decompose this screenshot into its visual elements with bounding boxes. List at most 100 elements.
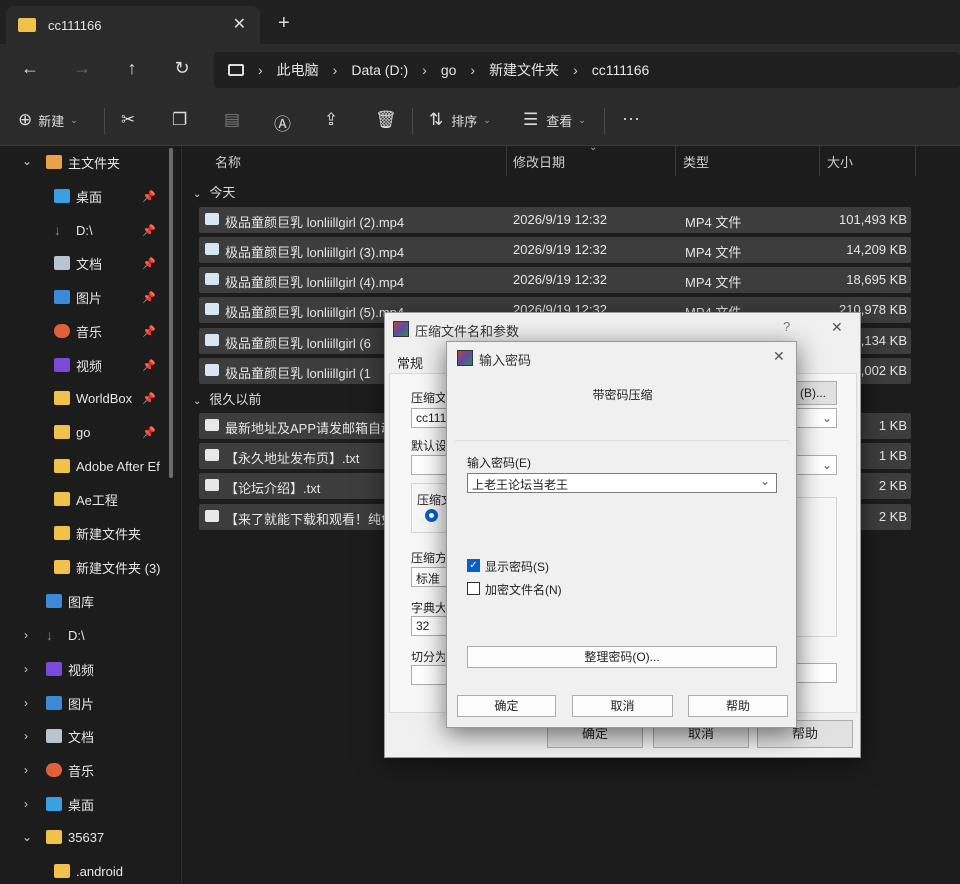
table-row[interactable]: 极品童颜巨乳 lonliillgirl (3).mp4 2026/9/19 12:…	[199, 237, 911, 263]
sidebar-item-worldbox[interactable]: WorldBox 📌	[54, 385, 170, 411]
chevron-right-icon[interactable]: ›	[24, 763, 28, 777]
address-bar[interactable]: › 此电脑 › Data (D:) › go › 新建文件夹 › cc11116…	[214, 52, 960, 88]
chevron-right-icon[interactable]: ›	[24, 797, 28, 811]
group-header-long-ago[interactable]: ⌄ 很久以前	[193, 389, 261, 408]
close-icon[interactable]: ✕	[773, 348, 785, 365]
sidebar-item-videos[interactable]: 视频 📌	[54, 352, 170, 378]
group-header-today[interactable]: ⌄ 今天	[193, 182, 235, 201]
chevron-down-icon[interactable]: ⌄	[22, 154, 32, 168]
pin-icon[interactable]: 📌	[142, 325, 156, 338]
close-icon[interactable]: ✕	[831, 319, 843, 336]
show-password-checkbox[interactable]: ✓	[467, 559, 480, 572]
chevron-right-icon[interactable]: ›	[24, 729, 28, 743]
column-divider[interactable]	[675, 146, 676, 176]
sidebar-item-desktop-2[interactable]: 桌面	[46, 791, 94, 817]
refresh-icon[interactable]: ↻	[170, 58, 194, 79]
breadcrumb-data-d[interactable]: Data (D:)	[351, 62, 408, 78]
sidebar-item-adobe-after-effects[interactable]: Adobe After Ef	[54, 453, 166, 479]
sidebar-item-music[interactable]: 音乐 📌	[54, 318, 170, 344]
sidebar-item-go[interactable]: go 📌	[54, 419, 170, 445]
breadcrumb-new-folder[interactable]: 新建文件夹	[489, 60, 559, 80]
column-header-size[interactable]: 大小	[827, 152, 853, 171]
column-header-date[interactable]: 修改日期	[513, 152, 565, 171]
format-radio-rar[interactable]	[425, 509, 438, 522]
help-button[interactable]: 帮助	[688, 695, 788, 717]
compression-method-select[interactable]: 标准	[411, 567, 451, 587]
sidebar-item-videos-2[interactable]: 视频	[46, 656, 94, 682]
archive-name-input[interactable]: cc1111	[411, 408, 451, 428]
sidebar-item-documents-2[interactable]: 文档	[46, 723, 94, 749]
sidebar-item-desktop[interactable]: 桌面 📌	[54, 183, 170, 209]
profile-button[interactable]	[411, 455, 451, 475]
sidebar-item-music-2[interactable]: 音乐	[46, 757, 94, 783]
share-button[interactable]: ⇪	[324, 110, 338, 130]
sidebar-item-pictures[interactable]: 图片 📌	[54, 284, 170, 310]
group-label: 今天	[209, 185, 236, 200]
organize-passwords-button[interactable]: 整理密码(O)...	[467, 646, 777, 668]
cut-button[interactable]: ✂	[121, 110, 135, 130]
sidebar-item-new-folder-3[interactable]: 新建文件夹 (3)	[54, 554, 161, 580]
pin-icon[interactable]: 📌	[142, 257, 156, 270]
pin-icon[interactable]: 📌	[142, 291, 156, 304]
sidebar-item-35637[interactable]: 35637	[46, 824, 104, 850]
new-tab-button[interactable]: +	[278, 12, 290, 35]
sidebar-item-d-drive[interactable]: ↓ D:\ 📌	[54, 217, 170, 243]
chevron-down-icon[interactable]: ⌄	[760, 474, 770, 488]
rename-button[interactable]: Ⓐ	[274, 110, 291, 135]
delete-button[interactable]: 🗑	[375, 110, 397, 130]
sidebar-item-home[interactable]: 主文件夹	[46, 149, 120, 175]
dictionary-size-select[interactable]: 32	[411, 616, 451, 636]
sidebar-item-android[interactable]: .android	[54, 858, 123, 884]
pin-icon[interactable]: 📌	[142, 359, 156, 372]
sort-button[interactable]: ⇅ 排序 ⌄	[429, 110, 491, 130]
sort-icon: ⇅	[429, 110, 444, 129]
view-button[interactable]: ☰ 查看 ⌄	[523, 110, 586, 130]
copy-button[interactable]: ❐	[172, 110, 187, 130]
table-row[interactable]: 极品童颜巨乳 lonliillgirl (2).mp4 2026/9/19 12:…	[199, 207, 911, 233]
up-arrow-icon[interactable]: ↑	[120, 58, 144, 79]
breadcrumb-this-pc[interactable]: 此电脑	[277, 60, 319, 80]
help-icon[interactable]: ?	[783, 319, 790, 334]
new-button[interactable]: ⊕ 新建 ⌄	[18, 110, 78, 130]
chevron-right-icon[interactable]: ›	[24, 662, 28, 676]
sidebar-item-gallery[interactable]: 图库	[46, 588, 94, 614]
close-tab-icon[interactable]: ✕	[233, 14, 246, 34]
pin-icon[interactable]: 📌	[142, 426, 156, 439]
winrar-icon	[457, 350, 473, 366]
column-header-name[interactable]: 名称	[215, 152, 241, 171]
archive-format-label: 压缩文	[417, 493, 447, 507]
sidebar-item-label: 主文件夹	[68, 155, 121, 171]
column-divider[interactable]	[915, 146, 916, 176]
column-divider[interactable]	[506, 146, 507, 176]
tab-cc111166[interactable]: cc111166 ✕	[6, 6, 260, 44]
file-name: 【来了就能下载和观看！纯免	[225, 512, 395, 527]
pin-icon[interactable]: 📌	[142, 190, 156, 203]
forward-arrow-icon[interactable]: →	[70, 58, 94, 79]
split-volumes-input[interactable]	[411, 665, 451, 685]
sidebar-item-pictures-2[interactable]: 图片	[46, 690, 94, 716]
sidebar-item-ae-project[interactable]: Ae工程	[54, 486, 118, 512]
breadcrumb-go[interactable]: go	[441, 62, 457, 78]
sidebar-item-new-folder[interactable]: 新建文件夹	[54, 520, 141, 546]
breadcrumb-cc111166[interactable]: cc111166	[592, 62, 650, 78]
pin-icon[interactable]: 📌	[142, 224, 156, 237]
password-input[interactable]: 上老王论坛当老王 ⌄	[467, 473, 777, 493]
ok-button[interactable]: 确定	[457, 695, 556, 717]
sidebar-item-documents[interactable]: 文档 📌	[54, 250, 170, 276]
encrypt-filenames-checkbox[interactable]	[467, 582, 480, 595]
table-row[interactable]: 极品童颜巨乳 lonliillgirl (4).mp4 2026/9/19 12:…	[199, 267, 911, 293]
sidebar-item-d-drive-2[interactable]: ↓ D:\	[46, 622, 85, 648]
paste-button[interactable]: ▤	[224, 110, 240, 130]
more-options-button[interactable]: ···	[622, 108, 640, 129]
chevron-right-icon[interactable]: ›	[24, 628, 28, 642]
back-arrow-icon[interactable]: ←	[18, 58, 42, 79]
chevron-right-icon[interactable]: ›	[24, 696, 28, 710]
compression-method-label: 压缩方	[411, 551, 445, 565]
pin-icon[interactable]: 📌	[142, 392, 156, 405]
column-divider[interactable]	[819, 146, 820, 176]
chevron-down-icon[interactable]: ⌄	[22, 830, 32, 844]
navigation-bar: ← → ↑ ↻ › 此电脑 › Data (D:) › go › 新建文件夹 ›…	[0, 44, 960, 96]
tab-general[interactable]: 常规	[397, 353, 423, 372]
column-header-type[interactable]: 类型	[683, 152, 709, 171]
cancel-button[interactable]: 取消	[572, 695, 673, 717]
